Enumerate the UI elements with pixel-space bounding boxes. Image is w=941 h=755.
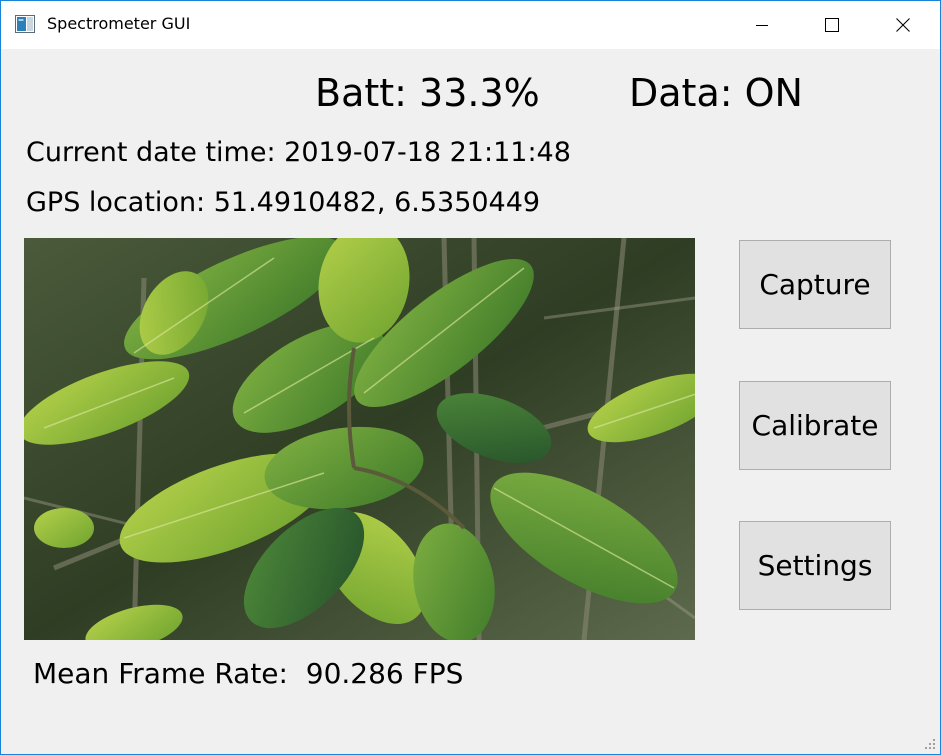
title-bar[interactable]: Spectrometer GUI — [1, 1, 940, 49]
calibrate-button[interactable]: Calibrate — [739, 381, 891, 470]
window-title: Spectrometer GUI — [47, 14, 191, 33]
app-window: Spectrometer GUI Batt: 33.3% Data: ON Cu… — [0, 0, 941, 755]
minimize-button[interactable] — [726, 1, 798, 49]
minimize-icon — [756, 25, 768, 26]
mean-frame-rate: Mean Frame Rate: 90.286 FPS — [33, 657, 464, 690]
data-status: Data: ON — [629, 71, 803, 115]
leaves-image — [24, 238, 695, 640]
battery-status: Batt: 33.3% — [315, 71, 540, 115]
gps-location: GPS location: 51.4910482, 6.5350449 — [26, 187, 541, 218]
app-window-icon — [15, 15, 35, 33]
close-icon — [896, 18, 910, 32]
current-datetime: Current date time: 2019-07-18 21:11:48 — [26, 137, 571, 168]
settings-button[interactable]: Settings — [739, 521, 891, 610]
maximize-button[interactable] — [796, 1, 868, 49]
capture-button[interactable]: Capture — [739, 240, 891, 329]
resize-grip-icon[interactable] — [924, 738, 936, 750]
camera-preview — [24, 238, 695, 640]
close-button[interactable] — [867, 1, 939, 49]
maximize-icon — [825, 18, 839, 32]
